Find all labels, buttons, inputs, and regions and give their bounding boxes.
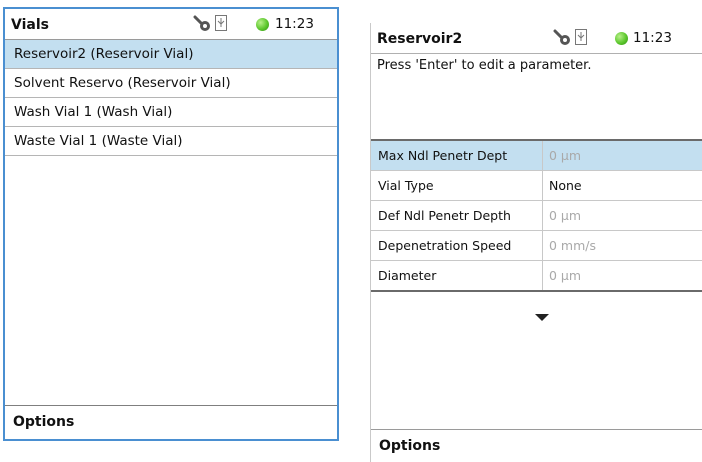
parameter-row[interactable]: Diameter 0 μm	[371, 261, 702, 290]
list-item-label: Waste Vial 1 (Waste Vial)	[14, 133, 183, 149]
wrench-icon	[553, 29, 570, 45]
scroll-down-arrow-icon[interactable]	[535, 314, 549, 321]
list-item-label: Wash Vial 1 (Wash Vial)	[14, 104, 173, 120]
column-divider	[542, 171, 543, 200]
page-title: Reservoir2	[377, 31, 463, 47]
list-item-label: Reservoir2 (Reservoir Vial)	[14, 46, 194, 62]
options-button[interactable]: Options	[5, 405, 337, 439]
options-label: Options	[379, 438, 441, 454]
clock: 11:23	[633, 30, 672, 46]
list-item[interactable]: Solvent Reservo (Reservoir Vial)	[5, 69, 337, 98]
parameter-row[interactable]: Def Ndl Penetr Depth 0 μm	[371, 201, 702, 231]
column-divider	[542, 201, 543, 230]
parameter-row[interactable]: Max Ndl Penetr Dept 0 μm	[371, 141, 702, 171]
list-item[interactable]: Waste Vial 1 (Waste Vial)	[5, 127, 337, 156]
list-item[interactable]: Wash Vial 1 (Wash Vial)	[5, 98, 337, 127]
parameter-value: 0 mm/s	[549, 238, 597, 253]
list-item-label: Solvent Reservo (Reservoir Vial)	[14, 75, 231, 91]
column-divider	[542, 141, 543, 170]
parameter-name: Depenetration Speed	[378, 238, 512, 253]
parameter-name: Diameter	[378, 268, 437, 283]
parameter-value: None	[549, 178, 582, 193]
parameter-name: Vial Type	[378, 178, 434, 193]
parameter-name: Max Ndl Penetr Dept	[378, 148, 508, 163]
instruction-text: Press 'Enter' to edit a parameter.	[377, 58, 592, 73]
page-title: Vials	[11, 17, 49, 33]
status-green-dot-icon	[256, 18, 269, 31]
parameter-row[interactable]: Depenetration Speed 0 mm/s	[371, 231, 702, 261]
reservoir-screen: Reservoir2 11:23 Press 'Enter' to edit a…	[370, 23, 702, 462]
options-button[interactable]: Options	[371, 429, 702, 462]
parameter-value: 0 μm	[549, 268, 582, 283]
parameter-value: 0 μm	[549, 208, 582, 223]
parameter-name: Def Ndl Penetr Depth	[378, 208, 511, 223]
clock: 11:23	[275, 16, 314, 32]
column-divider	[542, 261, 543, 290]
parameter-value: 0 μm	[549, 148, 582, 163]
divider	[371, 290, 702, 292]
column-divider	[542, 231, 543, 260]
header-bar: Vials 11:23	[5, 9, 337, 40]
usb-icon	[215, 15, 227, 31]
header-bar: Reservoir2 11:23	[371, 23, 702, 54]
usb-icon	[575, 29, 587, 45]
parameter-row[interactable]: Vial Type None	[371, 171, 702, 201]
status-green-dot-icon	[615, 32, 628, 45]
list-item[interactable]: Reservoir2 (Reservoir Vial)	[5, 40, 337, 69]
options-label: Options	[13, 414, 75, 430]
vials-screen: Vials 11:23 Reservoir2 (Reservoir Vial) …	[3, 7, 339, 441]
wrench-icon	[193, 15, 210, 31]
